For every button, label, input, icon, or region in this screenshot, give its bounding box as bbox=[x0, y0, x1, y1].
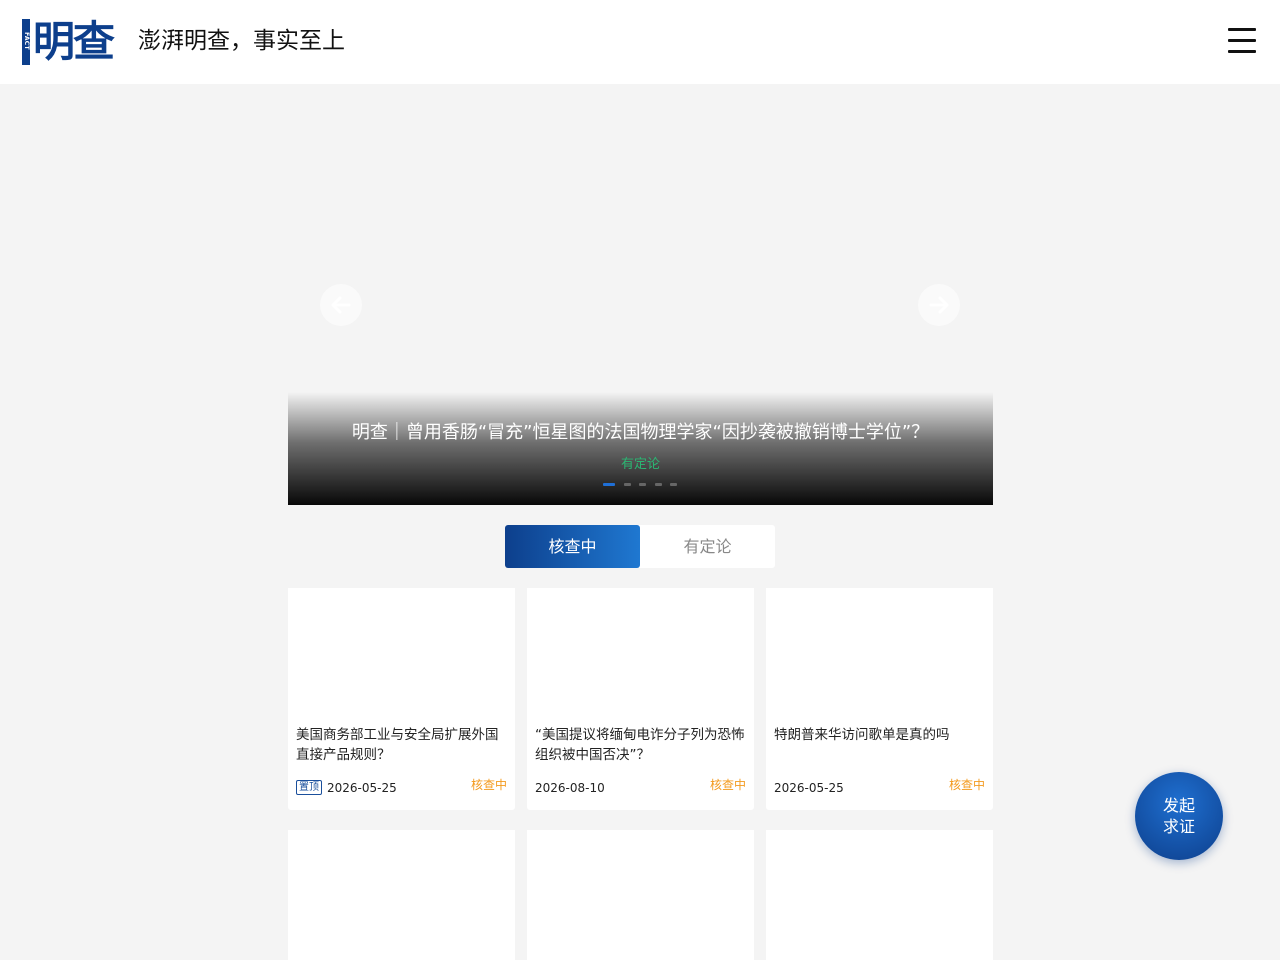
arrow-left-icon[interactable] bbox=[320, 284, 362, 326]
carousel-caption-overlay bbox=[288, 392, 993, 505]
card-title[interactable]: 特朗普来华访问歌单是真的吗 bbox=[774, 725, 987, 745]
site-header: FACT PAPER 明查 澎湃明查，事实至上 bbox=[0, 0, 1280, 84]
carousel-slide-title[interactable]: 明查｜曾用香肠“冒充”恒星图的法国物理学家“因抄袭被撤销博士学位”？ bbox=[288, 420, 993, 446]
carousel-slide-status: 有定论 bbox=[620, 457, 660, 472]
card-date: 2026-08-10 bbox=[535, 780, 605, 795]
tab-checking[interactable]: 核查中 bbox=[505, 525, 640, 568]
carousel-dot-1[interactable] bbox=[603, 483, 615, 486]
card-thumbnail bbox=[288, 588, 515, 718]
submit-verification-line2: 求证 bbox=[1162, 817, 1195, 836]
fact-check-card[interactable] bbox=[288, 830, 515, 960]
card-date: 2026-05-25 bbox=[774, 780, 844, 795]
card-thumbnail bbox=[288, 830, 515, 960]
card-title[interactable]: “美国提议将缅甸电诈分子列为恐怖组织被中国否决”？ bbox=[535, 725, 748, 765]
card-status: 核查中 bbox=[470, 778, 507, 792]
card-date: 2026-05-25 bbox=[327, 780, 397, 795]
carousel-dot-5[interactable] bbox=[670, 483, 677, 486]
submit-verification-button[interactable]: 发起 求证 bbox=[1135, 772, 1223, 860]
card-thumbnail bbox=[766, 588, 993, 718]
arrow-right-icon[interactable] bbox=[918, 284, 960, 326]
card-thumbnail bbox=[766, 830, 993, 960]
logo-text: 明查 bbox=[33, 17, 115, 66]
card-thumbnail bbox=[527, 830, 754, 960]
fact-check-card[interactable] bbox=[527, 830, 754, 960]
carousel-dot-3[interactable] bbox=[639, 483, 646, 486]
card-status: 核查中 bbox=[948, 778, 985, 792]
card-meta: 2026-08-10 核查中 bbox=[535, 777, 746, 795]
card-meta: 置顶 2026-05-25 核查中 bbox=[296, 777, 507, 795]
logo-side-text: FACT PAPER bbox=[15, 29, 30, 53]
site-logo[interactable]: FACT PAPER 明查 bbox=[15, 17, 122, 66]
card-status: 核查中 bbox=[709, 778, 746, 792]
carousel-pagination bbox=[603, 483, 683, 487]
fact-check-card[interactable]: 美国商务部工业与安全局扩展外国直接产品规则？ 置顶 2026-05-25 核查中 bbox=[288, 588, 515, 810]
site-slogan: 澎湃明查，事实至上 bbox=[138, 28, 345, 54]
logo-side-band: FACT PAPER bbox=[15, 19, 30, 65]
submit-verification-line1: 发起 bbox=[1162, 796, 1195, 815]
hamburger-menu-icon[interactable] bbox=[1228, 27, 1256, 53]
tab-concluded[interactable]: 有定论 bbox=[640, 525, 775, 568]
status-tabs: 核查中 有定论 bbox=[505, 525, 775, 568]
carousel-dot-2[interactable] bbox=[624, 483, 631, 486]
carousel-dot-4[interactable] bbox=[655, 483, 662, 486]
card-thumbnail bbox=[527, 588, 754, 718]
fact-check-card[interactable]: “美国提议将缅甸电诈分子列为恐怖组织被中国否决”？ 2026-08-10 核查中 bbox=[527, 588, 754, 810]
featured-carousel[interactable]: 明查｜曾用香肠“冒充”恒星图的法国物理学家“因抄袭被撤销博士学位”？ 有定论 bbox=[288, 84, 993, 505]
fact-check-card[interactable] bbox=[766, 830, 993, 960]
pinned-badge: 置顶 bbox=[296, 780, 322, 795]
card-meta: 2026-05-25 核查中 bbox=[774, 777, 985, 795]
card-title[interactable]: 美国商务部工业与安全局扩展外国直接产品规则？ bbox=[296, 725, 509, 765]
fact-check-card[interactable]: 特朗普来华访问歌单是真的吗 2026-05-25 核查中 bbox=[766, 588, 993, 810]
